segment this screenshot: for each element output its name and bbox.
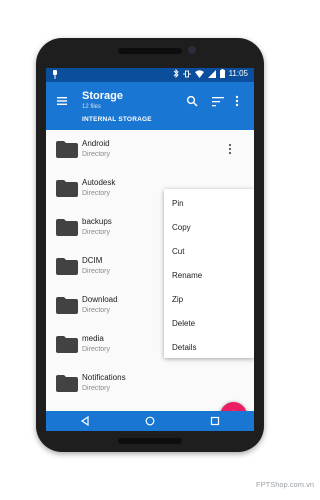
sort-icon[interactable] [212, 96, 224, 108]
recent-apps-icon[interactable] [210, 416, 220, 426]
status-indicators: 11:05 [173, 69, 248, 78]
app-bar: Storage 12 files INTERNAL STORAGE [46, 82, 254, 130]
home-icon[interactable] [145, 416, 155, 426]
file-type: Directory [82, 307, 111, 314]
file-type: Directory [82, 385, 111, 392]
menu-item-details[interactable]: Details [172, 343, 196, 352]
status-bar: 11:05 [46, 68, 254, 82]
menu-item-zip[interactable]: Zip [172, 295, 183, 304]
file-name: media [82, 334, 104, 343]
list-item[interactable]: Android Directory [46, 130, 254, 169]
item-more-icon[interactable] [228, 143, 232, 155]
more-options-icon[interactable] [235, 95, 239, 107]
file-name: DCIM [82, 256, 103, 265]
hamburger-menu-icon[interactable] [56, 95, 68, 107]
list-item[interactable]: Notifications Directory [46, 364, 254, 403]
front-camera [188, 46, 196, 54]
file-name: Android [82, 139, 110, 148]
section-label: INTERNAL STORAGE [82, 116, 152, 123]
signal-icon [207, 69, 216, 78]
status-time: 11:05 [228, 69, 248, 78]
folder-icon [56, 258, 78, 275]
folder-icon [56, 219, 78, 236]
file-name: backups [82, 217, 112, 226]
screen: 11:05 Storage 12 files INTERNAL STORAGE … [46, 68, 254, 429]
file-name: Autodesk [82, 178, 116, 187]
page-title: Storage [82, 90, 123, 102]
folder-icon [56, 141, 78, 158]
bluetooth-icon [173, 69, 179, 78]
watermark-text: FPTShop.com.vn [256, 480, 314, 489]
file-type: Directory [82, 151, 111, 158]
back-icon[interactable] [80, 416, 90, 426]
folder-icon [56, 375, 78, 392]
folder-icon [56, 297, 78, 314]
file-name: Notifications [82, 373, 126, 382]
menu-item-rename[interactable]: Rename [172, 271, 202, 280]
file-name: Download [82, 295, 118, 304]
bottom-speaker [118, 438, 182, 444]
file-count: 12 files [82, 104, 102, 110]
folder-icon [56, 336, 78, 353]
top-speaker [118, 48, 182, 54]
file-type: Directory [82, 346, 111, 353]
file-type: Directory [82, 229, 111, 236]
file-type: Directory [82, 190, 111, 197]
menu-item-copy[interactable]: Copy [172, 223, 191, 232]
navigation-bar [46, 411, 254, 431]
context-menu: Pin Copy Cut Rename Zip Delete Details [164, 189, 254, 358]
folder-icon [56, 180, 78, 197]
search-icon[interactable] [186, 95, 198, 107]
menu-item-pin[interactable]: Pin [172, 199, 184, 208]
phone-frame: 11:05 Storage 12 files INTERNAL STORAGE … [36, 38, 264, 452]
menu-item-delete[interactable]: Delete [172, 319, 195, 328]
notification-icon [53, 70, 57, 79]
battery-icon [219, 69, 225, 78]
file-type: Directory [82, 268, 111, 275]
vibrate-icon [183, 70, 191, 77]
menu-item-cut[interactable]: Cut [172, 247, 184, 256]
wifi-icon [194, 69, 204, 78]
